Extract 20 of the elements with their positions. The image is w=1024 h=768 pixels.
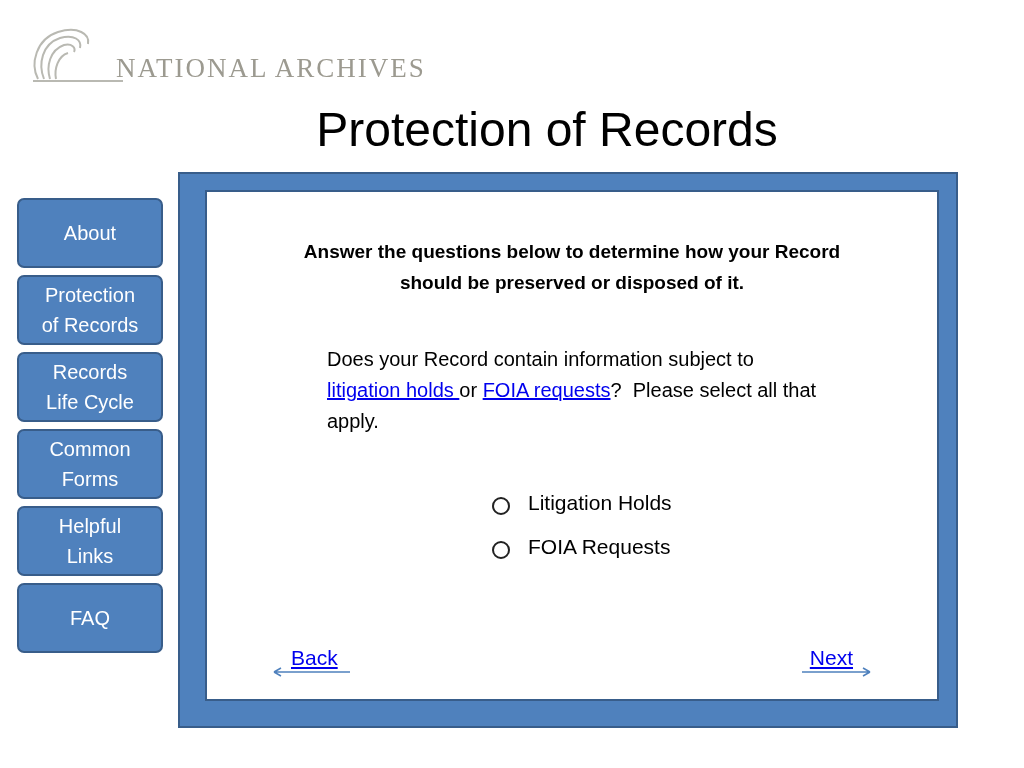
left-arrow-icon bbox=[273, 667, 351, 677]
question-text: Does your Record contain information subject to litigation holds or FOIA requests? Please select all that apply. bbox=[327, 347, 818, 434]
nav-button[interactable]: Helpful Links bbox=[17, 506, 163, 576]
back-link[interactable]: Back bbox=[291, 645, 351, 671]
page-title: Protection of Records bbox=[316, 106, 778, 154]
option-label: Litigation Holds bbox=[528, 490, 672, 516]
nav-button[interactable]: Protection of Records bbox=[17, 275, 163, 345]
right-arrow-icon bbox=[801, 667, 871, 677]
option-label: FOIA Requests bbox=[528, 534, 671, 560]
logo-text: NATIONAL ARCHIVES bbox=[116, 55, 426, 82]
instructions-text: Answer the questions below to determine how your Record should be preserved or disposed of it. bbox=[302, 240, 842, 295]
nav-button[interactable]: Records Life Cycle bbox=[17, 352, 163, 422]
radio-button[interactable] bbox=[492, 540, 510, 559]
question-link[interactable]: litigation holds bbox=[327, 379, 460, 401]
nav-button[interactable]: Common Forms bbox=[17, 429, 163, 499]
question-link[interactable]: FOIA requests bbox=[482, 379, 611, 401]
radio-button[interactable] bbox=[492, 496, 510, 515]
next-link[interactable]: Next bbox=[809, 645, 853, 671]
nav-button[interactable]: About bbox=[17, 198, 163, 268]
nav-button[interactable]: FAQ bbox=[17, 583, 163, 653]
